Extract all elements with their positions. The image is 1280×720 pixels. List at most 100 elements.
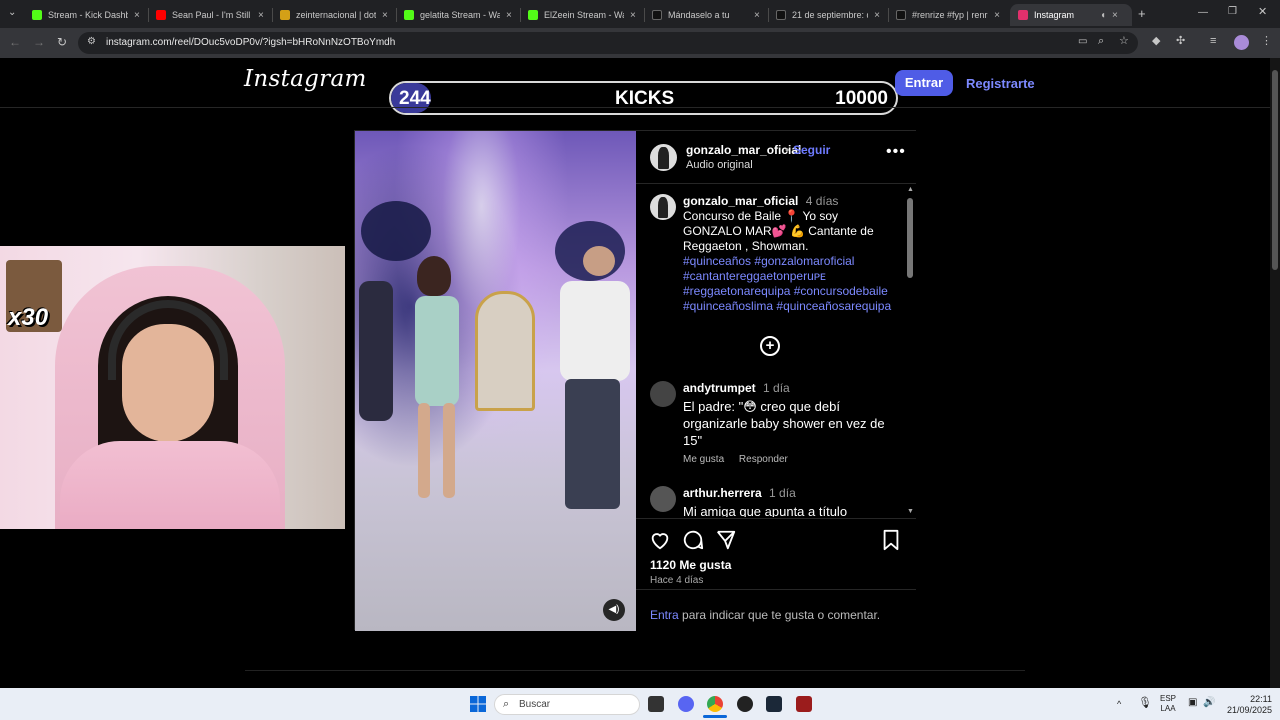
tab-youtube-sean-paul[interactable]: Sean Paul - I'm Still In × xyxy=(148,4,272,26)
page-scrollbar[interactable] xyxy=(1270,58,1280,688)
minimize-window-icon[interactable]: — xyxy=(1198,8,1208,18)
forward-arrow-icon[interactable]: → xyxy=(33,36,45,48)
close-window-icon[interactable]: ✕ xyxy=(1258,7,1267,18)
login-prompt-text: para indicar que te gusta o comentar. xyxy=(678,608,881,622)
tab-close-icon[interactable]: × xyxy=(506,10,512,21)
extension-diamond-icon[interactable]: ◆ xyxy=(1152,36,1160,47)
steam-icon[interactable] xyxy=(766,696,782,712)
tab-gelatita-stream[interactable]: gelatita Stream - Wat × xyxy=(396,4,520,26)
comment-actions: Me gusta Responder xyxy=(683,454,788,465)
input-language[interactable]: ESP LAA xyxy=(1160,694,1176,714)
network-icon[interactable]: ▣ xyxy=(1188,698,1197,708)
address-bar[interactable]: ⚙ instagram.com/reel/DOuc5voDP0v/?igsh=b… xyxy=(78,32,1138,54)
browser-menu-icon[interactable]: ⋮ xyxy=(1261,36,1272,47)
more-options-icon[interactable]: ••• xyxy=(886,143,906,161)
site-favicon-icon xyxy=(280,10,290,20)
login-prompt: Entra para indicar que te gusta o coment… xyxy=(650,608,880,622)
comments-scroll-thumb[interactable] xyxy=(907,198,913,278)
scroll-down-icon[interactable]: ▼ xyxy=(907,508,914,515)
comment-username[interactable]: andytrumpet xyxy=(683,381,756,395)
extensions-puzzle-icon[interactable]: ✣ xyxy=(1176,36,1185,47)
discord-icon[interactable] xyxy=(678,696,694,712)
tab-close-icon[interactable]: × xyxy=(258,10,264,21)
caption-hashtags[interactable]: #quinceaños #gonzalomaroficial #cantante… xyxy=(683,254,893,314)
tab-close-icon[interactable]: × xyxy=(134,10,140,21)
commenter-avatar[interactable] xyxy=(650,381,676,407)
separator-dot: • xyxy=(785,143,790,157)
tab-tiktok-21-septiembre[interactable]: 21 de septiembre: dí × xyxy=(768,4,888,26)
instagram-logo[interactable]: Instagram xyxy=(244,66,367,92)
share-icon[interactable] xyxy=(715,529,737,551)
reply-button[interactable]: Responder xyxy=(739,454,788,465)
signup-link[interactable]: Registrarte xyxy=(966,76,1035,91)
login-prompt-link[interactable]: Entra xyxy=(650,608,679,622)
zoom-icon[interactable]: ⌕ xyxy=(1098,36,1104,47)
taskbar-search-box[interactable]: ⌕ Buscar xyxy=(494,694,640,715)
tab-close-icon[interactable]: × xyxy=(630,10,636,21)
dota-icon[interactable] xyxy=(796,696,812,712)
show-hidden-icons-chevron[interactable]: ^ xyxy=(1117,699,1121,709)
follow-button[interactable]: Seguir xyxy=(793,143,830,157)
tab-close-icon[interactable]: × xyxy=(1112,10,1118,21)
profile-avatar[interactable] xyxy=(1234,35,1249,50)
page-scroll-thumb[interactable] xyxy=(1272,70,1278,270)
keyboard-layout: LAA xyxy=(1160,704,1176,713)
active-app-indicator xyxy=(703,715,727,718)
balloon-cluster xyxy=(361,201,431,261)
tab-tiktok-mandaselo[interactable]: Mándaselo a tu × xyxy=(644,4,768,26)
bookmark-star-icon[interactable]: ☆ xyxy=(1119,36,1129,47)
comment-time: 1 día xyxy=(769,486,796,500)
reel-video[interactable]: ◀) xyxy=(355,131,636,631)
caption-username[interactable]: gonzalo_mar_oficial xyxy=(683,194,798,208)
windows-start-icon[interactable] xyxy=(470,696,486,712)
login-button[interactable]: Entrar xyxy=(895,70,953,96)
tab-close-icon[interactable]: × xyxy=(754,10,760,21)
chrome-icon[interactable] xyxy=(707,696,723,712)
scroll-up-icon[interactable]: ▲ xyxy=(907,186,914,193)
likes-count[interactable]: 1120 Me gusta xyxy=(650,558,731,572)
system-clock[interactable]: 22:11 21/09/2025 xyxy=(1222,694,1272,716)
comment-icon[interactable] xyxy=(682,529,704,551)
commenter-avatar[interactable] xyxy=(650,486,676,512)
tab-audio-icon[interactable]: ◖ xyxy=(1100,10,1106,21)
like-comment-button[interactable]: Me gusta xyxy=(683,454,724,465)
browser-tab-strip: ⌄ Stream - Kick Dashbo × Sean Paul - I'm… xyxy=(0,0,1280,28)
comment: andytrumpet 1 día El padre: "😳 creo que … xyxy=(683,381,893,449)
tab-close-icon[interactable]: × xyxy=(382,10,388,21)
save-bookmark-icon[interactable] xyxy=(881,529,901,551)
caption-avatar[interactable] xyxy=(650,194,676,220)
load-more-comments-icon[interactable]: + xyxy=(760,336,780,356)
like-heart-icon[interactable] xyxy=(649,529,671,551)
comments-scrollbar[interactable]: ▲ ▼ xyxy=(905,186,915,518)
comment-username[interactable]: arthur.herrera xyxy=(683,486,762,500)
volume-icon[interactable]: ◀) xyxy=(603,599,625,621)
tab-zeinternacional-dota[interactable]: zeinternacional | dota × xyxy=(272,4,396,26)
reading-list-icon[interactable]: ≡ xyxy=(1210,36,1216,47)
comments-section: gonzalo_mar_oficial 4 días Concurso de B… xyxy=(636,184,916,517)
caption: gonzalo_mar_oficial 4 días Concurso de B… xyxy=(683,194,893,314)
browser-toolbar: ← → ↻ ⚙ instagram.com/reel/DOuc5voDP0v/?… xyxy=(0,28,1280,58)
url-text[interactable]: instagram.com/reel/DOuc5voDP0v/?igsh=bHR… xyxy=(106,37,395,48)
microphone-icon[interactable]: 🎙 xyxy=(1138,698,1152,709)
install-app-icon[interactable]: ▭ xyxy=(1078,37,1087,47)
tab-close-icon[interactable]: × xyxy=(874,10,880,21)
author-avatar[interactable] xyxy=(650,144,677,171)
task-view-icon[interactable] xyxy=(648,696,664,712)
audio-link[interactable]: Audio original xyxy=(686,159,753,171)
new-tab-button[interactable]: + xyxy=(1138,7,1146,20)
tab-instagram[interactable]: Instagram ◖ × xyxy=(1010,4,1132,26)
back-arrow-icon[interactable]: ← xyxy=(9,36,21,48)
tab-close-icon[interactable]: × xyxy=(994,10,1000,21)
tab-elzeein-stream[interactable]: ElZeein Stream - Wat × xyxy=(520,4,644,26)
speaker-icon[interactable]: 🔊 xyxy=(1203,698,1215,708)
tab-kick-dashboard[interactable]: Stream - Kick Dashbo × xyxy=(24,4,148,26)
decorated-chair xyxy=(475,291,535,411)
header-divider xyxy=(0,107,1270,108)
restore-window-icon[interactable]: ❐ xyxy=(1228,7,1237,17)
tab-tiktok-renrize[interactable]: #renrize #fyp | renriz × xyxy=(888,4,1008,26)
kick-favicon-icon xyxy=(528,10,538,20)
reload-icon[interactable]: ↻ xyxy=(57,36,67,48)
tab-search-chevron-icon[interactable]: ⌄ xyxy=(8,8,16,18)
site-info-icon[interactable]: ⚙ xyxy=(87,37,96,47)
obs-icon[interactable] xyxy=(737,696,753,712)
